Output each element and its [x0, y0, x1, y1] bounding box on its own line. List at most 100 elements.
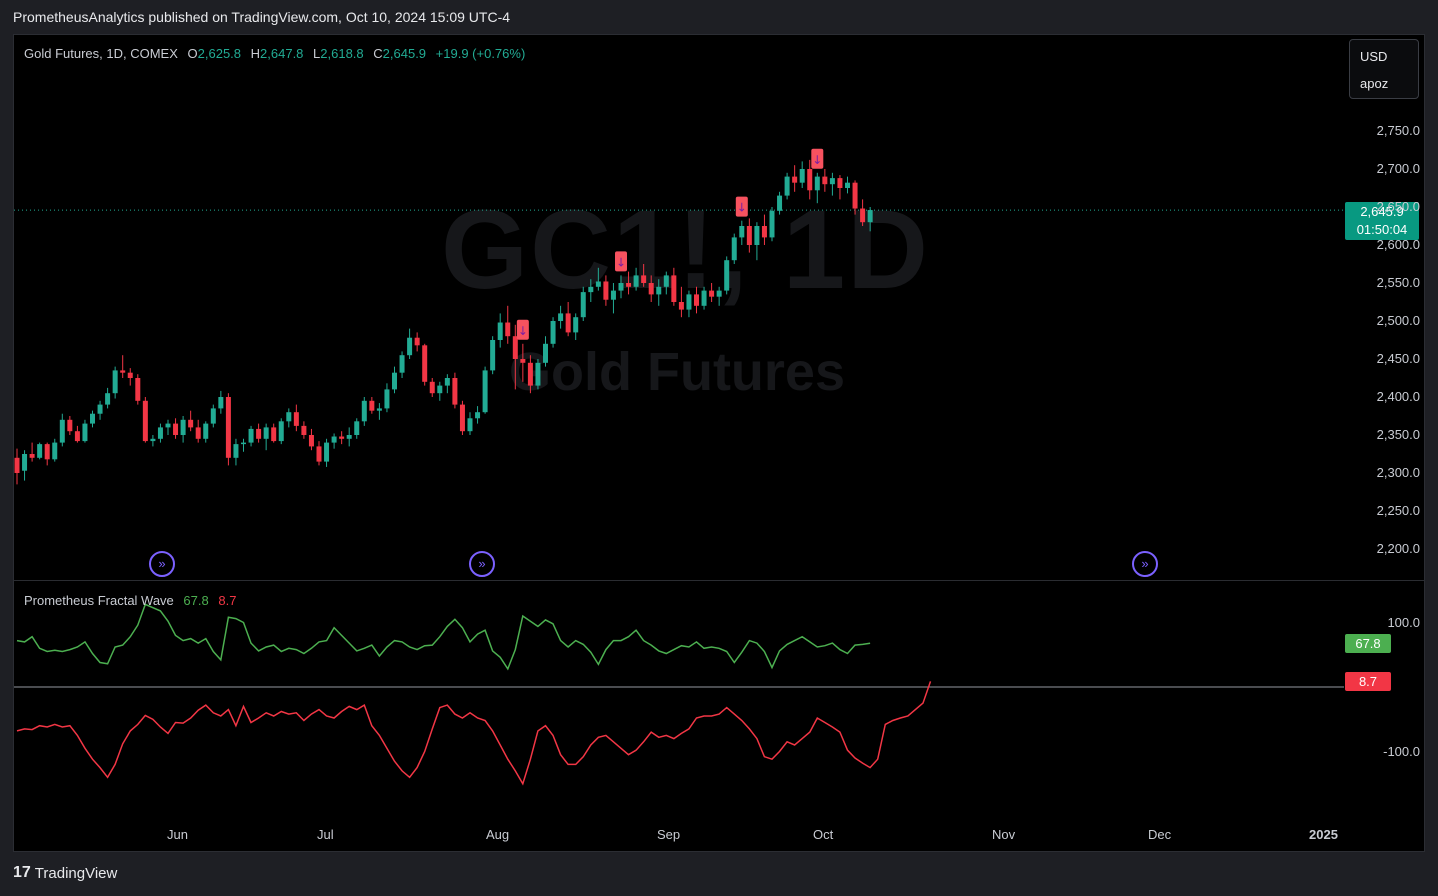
candle-body	[610, 290, 616, 300]
price-axis-label: 2,750.0	[1376, 123, 1420, 138]
event-marker-icon[interactable]: »	[1132, 551, 1158, 577]
candle-body	[97, 404, 103, 414]
time-axis-label: Jul	[317, 827, 334, 842]
candle-body	[120, 370, 126, 373]
oscillator-green-line	[16, 603, 871, 671]
price-axis-label: 2,350.0	[1376, 427, 1420, 442]
candle-body	[580, 292, 586, 318]
pane-separator[interactable]	[14, 580, 1424, 581]
oscillator-green-legend-value: 67.8	[183, 593, 209, 608]
candle-body	[769, 210, 775, 238]
candle-body	[399, 355, 405, 373]
price-axis-label: 2,250.0	[1376, 503, 1420, 518]
candle-body	[316, 446, 322, 462]
time-axis-label: Dec	[1148, 827, 1172, 842]
candle-body	[505, 322, 511, 337]
footer-brand-name: TradingView	[34, 864, 118, 882]
oscillator-axis-label: -100.0	[1383, 743, 1420, 759]
candle-body	[90, 413, 95, 424]
chart-panel[interactable]: GC1!, 1D Gold Futures ↓ ↓ ↓ ↓ Gold Futures,…	[13, 34, 1425, 852]
close-label: C	[373, 46, 383, 61]
candle-body	[822, 176, 828, 185]
oscillator-axis-label: 100.0	[1387, 614, 1420, 630]
candle-body	[550, 321, 556, 344]
high-value: 2,647.8	[260, 46, 304, 61]
candle-body	[384, 389, 390, 409]
candle-body	[716, 290, 722, 297]
candle-body	[22, 454, 28, 471]
candle-body	[331, 436, 337, 443]
candle-body	[127, 372, 133, 378]
candle-body	[709, 290, 715, 297]
candle-body	[82, 423, 88, 442]
candle-body	[490, 340, 496, 371]
candle-body	[701, 290, 707, 306]
candle-body	[173, 423, 179, 435]
candle-body	[241, 442, 246, 445]
candle-body	[157, 427, 163, 439]
candle-body	[852, 182, 858, 209]
sell-signal-arrow-icon: ↓	[616, 255, 626, 269]
candle-body	[792, 176, 798, 183]
candle-body	[346, 435, 352, 439]
price-axis-label: 2,550.0	[1376, 275, 1420, 290]
oscillator-red-legend-value: 8.7	[218, 593, 237, 608]
event-marker-icon[interactable]: »	[469, 551, 495, 577]
candle-body	[784, 176, 790, 196]
candle-body	[135, 378, 141, 401]
sell-signal-arrow-icon: ↓	[518, 324, 528, 338]
candle-body	[686, 294, 692, 310]
candle-body	[286, 412, 292, 422]
candle-body	[59, 419, 65, 443]
candle-body	[29, 454, 35, 458]
candle-body	[565, 313, 571, 333]
candle-body	[452, 378, 458, 405]
candle-body	[837, 178, 843, 188]
candle-body	[761, 226, 767, 238]
candle-body	[754, 226, 760, 245]
candle-body	[482, 370, 488, 413]
candle-body	[67, 419, 73, 432]
candle-body	[543, 343, 548, 363]
candle-body	[527, 362, 533, 386]
currency-unit-box[interactable]: USD apoz	[1349, 39, 1419, 99]
candle-body	[248, 428, 254, 443]
price-chart-canvas[interactable]: ↓ ↓ ↓ ↓	[14, 35, 1344, 853]
event-marker-icon[interactable]: »	[149, 551, 175, 577]
candle-body	[256, 428, 262, 439]
candle-body	[663, 275, 669, 287]
price-axis-label: 2,600.0	[1376, 237, 1420, 252]
scale-mode-label[interactable]: apoz	[1350, 76, 1418, 91]
candle-body	[573, 317, 579, 333]
candle-body	[263, 427, 269, 439]
candle-body	[429, 381, 435, 394]
footer-branding[interactable]: 17 TradingView	[13, 864, 117, 882]
candle-body	[641, 275, 647, 283]
candle-body	[731, 237, 737, 261]
candle-body	[361, 400, 367, 422]
candle-body	[105, 393, 111, 405]
time-axis-label: Nov	[992, 827, 1016, 842]
candle-body	[739, 226, 745, 238]
candle-body	[52, 442, 58, 460]
oscillator-red-tag: 8.7	[1345, 672, 1391, 691]
candle-body	[860, 208, 866, 223]
candle-body	[376, 408, 382, 411]
candle-body	[225, 397, 231, 458]
candle-body	[814, 176, 820, 191]
candle-body	[535, 362, 541, 386]
currency-label[interactable]: USD	[1350, 49, 1418, 64]
candle-body	[648, 283, 654, 295]
candle-body	[74, 431, 80, 442]
candle-body	[678, 302, 684, 310]
close-value: 2,645.9	[382, 46, 427, 61]
candle-body	[633, 275, 639, 287]
candle-body	[437, 385, 443, 394]
candle-body	[14, 457, 20, 473]
tradingview-logo-icon: 17	[13, 864, 31, 881]
candle-body	[218, 397, 224, 409]
candle-body	[339, 436, 345, 439]
price-axis-label: 2,300.0	[1376, 465, 1420, 480]
candle-body	[233, 444, 239, 458]
candle-body	[188, 419, 194, 428]
